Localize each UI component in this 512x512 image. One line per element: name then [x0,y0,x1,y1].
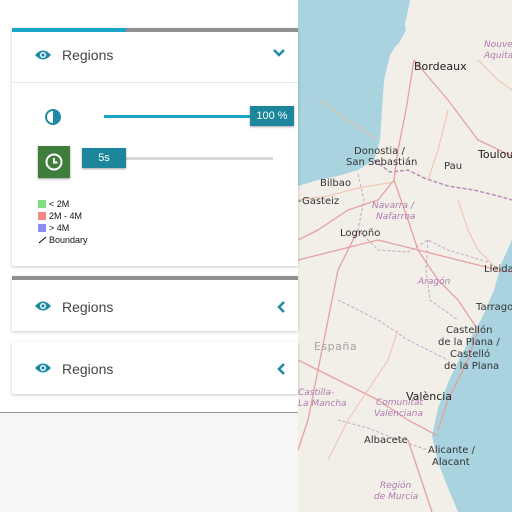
map-label-alicante-2: Alacant [432,457,470,468]
legend-label: 2M - 4M [49,211,83,221]
map-label-aquitaine: Aquita [484,51,512,61]
eye-icon[interactable] [34,362,52,374]
boundary-line-icon [38,236,47,244]
time-value-handle[interactable]: 5s [82,148,126,168]
layer-card-regions-2: Regions [12,276,298,331]
map-label-castellon-3: Castelló [450,349,491,360]
map-label-gasteiz: -Gasteiz [298,196,340,207]
layer-card-regions-3: Regions [12,342,298,394]
map-label-tarragona: Tarrago [476,302,512,313]
map-label-lleida: Lleida [484,264,512,275]
chevron-left-icon[interactable] [276,362,286,376]
panel-divider [0,412,298,413]
time-play-button[interactable] [38,146,70,178]
map-label-nafarroa: Nafarroa [376,212,416,222]
map-label-logrono: Logroño [340,228,381,239]
contrast-icon [45,109,61,125]
map-label-donostia: Donostia / [354,146,405,157]
map-label-alicante-1: Alicante / [428,445,475,456]
map-label-castilla-2: La Mancha [298,399,347,409]
map-label-castellon-2: de la Plana / [438,337,500,348]
eye-icon[interactable] [34,300,52,312]
map-label-comunitat-2: Valenciana [374,409,424,419]
map-label-nouvelle: Nouve [484,40,512,50]
layer-title: Regions [62,299,114,315]
map-label-castellon-1: Castellón [446,325,493,336]
layer-panel: Regions 100 % 5s < 2M 2M - 4M > 4M Bound… [0,0,298,512]
legend-item-gt-4m: > 4M [38,222,88,234]
map-label-espana: España [314,340,358,353]
map-label-bilbao: Bilbao [320,178,352,189]
map-view[interactable]: Nouve Aquita Bordeaux Donostia / San Seb… [298,0,512,512]
map-label-murcia-1: Región [380,481,412,491]
map-label-navarra: Navarra / [372,201,414,211]
map-label-comunitat-1: Comunitat [376,398,424,408]
map-label-toulouse: Toulou [478,148,512,161]
card-divider [12,82,298,83]
legend-item-2m-4m: 2M - 4M [38,210,88,222]
eye-icon[interactable] [34,49,52,61]
map-label-murcia-2: de Murcia [374,492,419,502]
map-label-albacete: Albacete [364,435,408,446]
map-label-aragon: Aragón [418,277,451,287]
layer-card-header[interactable]: Regions [12,28,298,80]
map-label-pau: Pau [444,161,463,172]
chevron-left-icon[interactable] [276,300,286,314]
map-label-san-sebastian: San Sebastián [346,157,418,168]
map-label-castilla-1: Castilla- [298,388,335,398]
layer-card-regions-1: Regions 100 % 5s < 2M 2M - 4M > 4M Bound… [12,28,298,266]
opacity-value-handle[interactable]: 100 % [250,106,294,126]
map-label-bordeaux: Bordeaux [414,60,467,73]
legend-swatch [38,224,46,232]
legend-swatch [38,200,46,208]
time-slider[interactable] [104,157,273,160]
legend-label: Boundary [49,235,88,245]
legend-label: < 2M [49,199,70,209]
legend-item-boundary: Boundary [38,234,88,246]
layer-title: Regions [62,361,114,377]
layer-title: Regions [62,47,114,63]
map-label-castellon-4: de la Plana [444,361,500,372]
layer-card-header[interactable]: Regions [12,342,298,394]
legend-label: > 4M [49,223,70,233]
legend-swatch [38,212,46,220]
clock-icon [45,153,63,171]
legend-item-lt-2m: < 2M [38,198,88,210]
layer-card-header[interactable]: Regions [12,276,298,328]
chevron-down-icon[interactable] [272,48,286,58]
layer-legend: < 2M 2M - 4M > 4M Boundary [38,198,88,246]
